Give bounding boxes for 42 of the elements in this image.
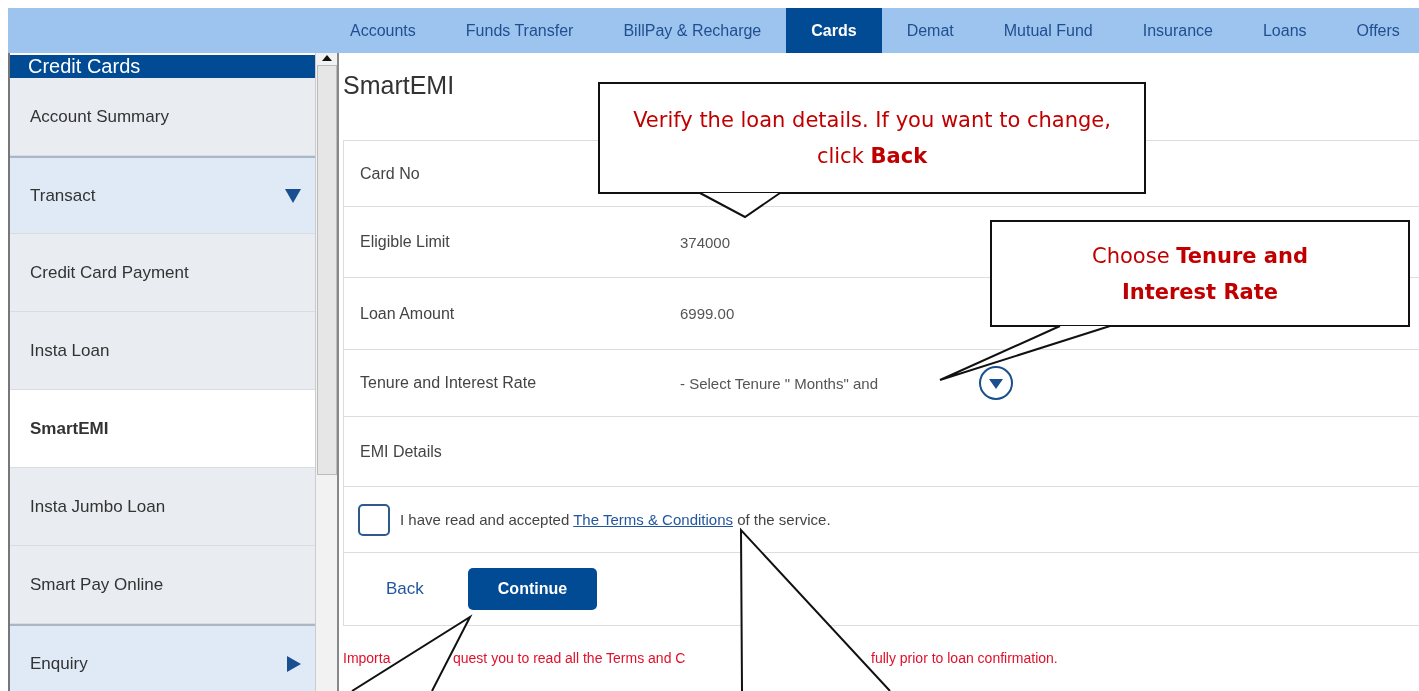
sidebar-section[interactable]: Transact — [10, 156, 315, 234]
section-label: Transact — [30, 185, 96, 206]
select-value[interactable]: - Select Tenure " Months" and — [680, 374, 878, 392]
sidebar-item[interactable]: Credit Card Payment — [10, 234, 315, 312]
nav-tab[interactable]: Insurance — [1117, 8, 1238, 53]
terms-link[interactable]: The Terms & Conditions — [573, 511, 733, 528]
nav-tab[interactable]: Accounts — [325, 8, 441, 53]
sidebar-title: Credit Cards — [10, 55, 315, 78]
continue-button[interactable]: Continue — [467, 568, 598, 610]
terms-sentence: I have read and accepted The Terms & Conditions of the service. — [400, 511, 831, 528]
sidebar-item[interactable]: Insta Jumbo Loan — [10, 468, 315, 546]
page-title: SmartEMI — [343, 71, 455, 100]
triangle-down-icon — [285, 188, 301, 203]
sidebar-section[interactable]: Enquiry — [10, 624, 315, 691]
nav-tab[interactable]: BillPay & Recharge — [598, 8, 787, 53]
field-label: Tenure and Interest Rate — [360, 374, 538, 392]
nav-tab[interactable]: Offers — [1331, 8, 1419, 53]
nav-tab[interactable]: Funds Transfer — [440, 8, 599, 53]
field-label: EMI Details — [360, 442, 443, 461]
scrollbar[interactable] — [315, 53, 339, 691]
notice-text: fully prior to loan confirmation. — [871, 650, 1059, 666]
nav-tab[interactable]: Loans — [1237, 8, 1332, 53]
field-label: Eligible Limit — [360, 233, 451, 251]
scroll-thumb[interactable] — [316, 65, 337, 475]
field-value: 6999.00 — [680, 305, 736, 322]
field-label: Card No — [360, 164, 421, 183]
sidebar-item[interactable]: Smart Pay Online — [10, 546, 315, 624]
triangle-right-icon — [287, 655, 301, 672]
sidebar-item[interactable]: Insta Loan — [10, 312, 315, 390]
nav-tab[interactable]: Cards — [786, 8, 882, 53]
notice-text: quest you to read all the Terms and C — [453, 650, 687, 666]
terms-checkbox[interactable] — [358, 503, 390, 536]
field-value: 374000 — [680, 233, 732, 251]
nav-tab[interactable]: Mutual Fund — [978, 8, 1118, 53]
section-label: Enquiry — [30, 653, 88, 674]
field-label: Loan Amount — [360, 304, 456, 323]
nav-tab[interactable]: Demat — [881, 8, 979, 53]
back-button[interactable]: Back — [372, 568, 438, 610]
notice-text: Importa — [343, 650, 392, 666]
sidebar-item[interactable]: Account Summary — [10, 78, 315, 156]
scroll-up-icon[interactable] — [321, 55, 332, 61]
dropdown-icon[interactable] — [978, 365, 1014, 401]
